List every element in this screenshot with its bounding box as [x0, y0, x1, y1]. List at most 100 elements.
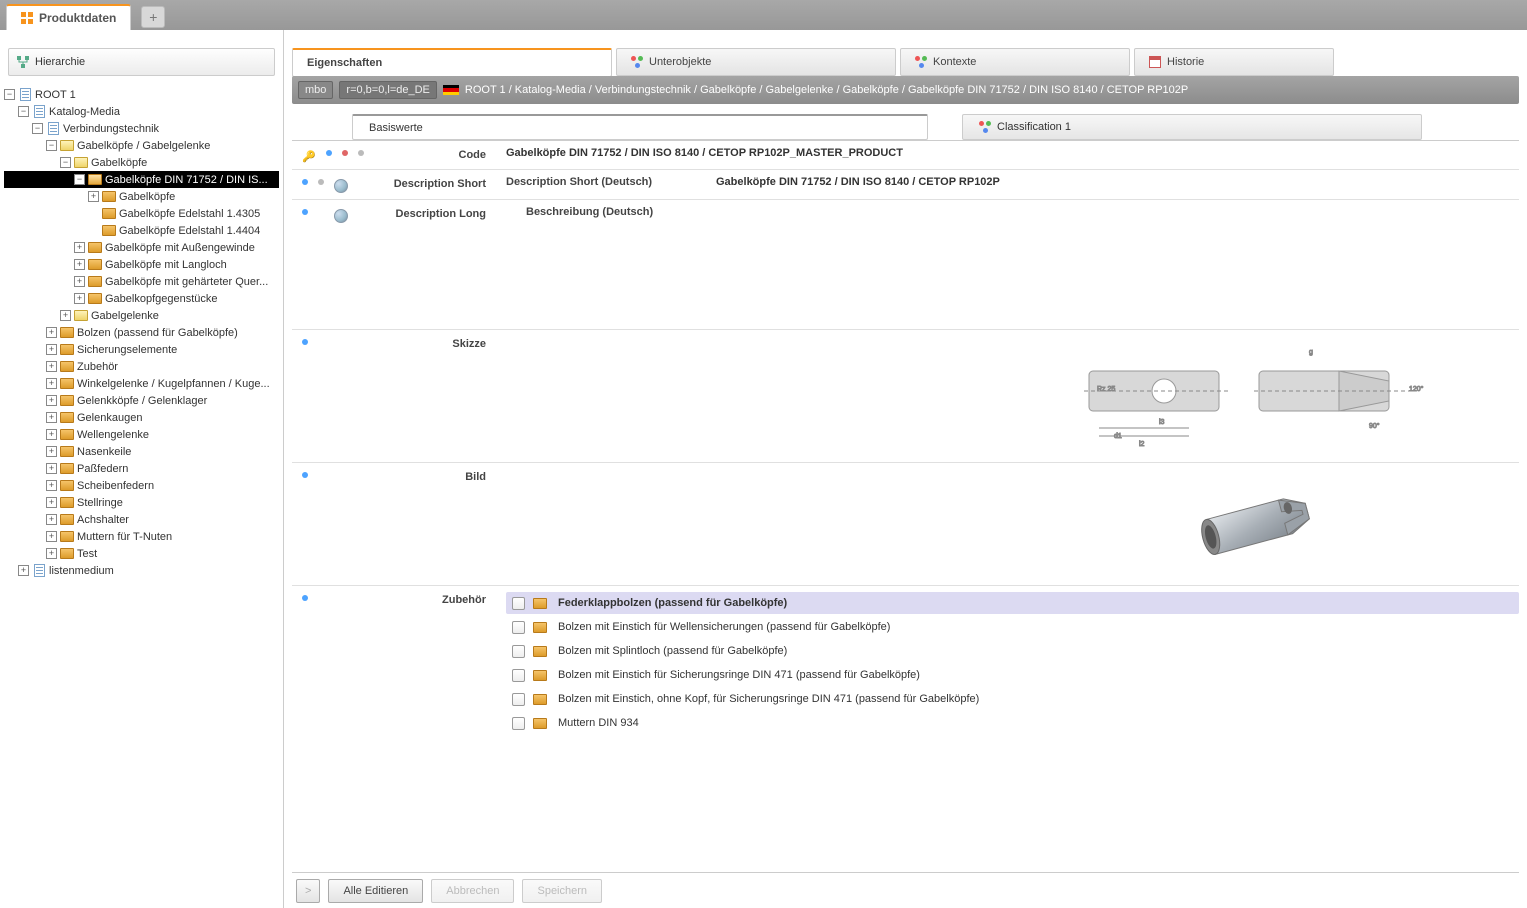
tree-row[interactable]: +Achshalter — [4, 511, 279, 528]
tree-row[interactable]: −Gabelköpfe — [4, 154, 279, 171]
tree-row-selected[interactable]: −Gabelköpfe DIN 71752 / DIN IS... — [4, 171, 279, 188]
expander-icon[interactable]: + — [74, 293, 85, 304]
checkbox[interactable] — [512, 645, 525, 658]
status-dot-icon — [302, 339, 308, 345]
accessory-item[interactable]: Muttern DIN 934 — [506, 712, 1519, 734]
tree-row[interactable]: +Bolzen (passend für Gabelköpfe) — [4, 324, 279, 341]
svg-text:90°: 90° — [1369, 422, 1380, 430]
tree-row[interactable]: +Gelenkköpfe / Gelenklager — [4, 392, 279, 409]
subtab-classification[interactable]: Classification 1 — [962, 114, 1422, 140]
accessory-item[interactable]: Bolzen mit Einstich für Wellensicherunge… — [506, 616, 1519, 638]
tree-row[interactable]: +Nasenkeile — [4, 443, 279, 460]
tab-kontexte[interactable]: Kontexte — [900, 48, 1130, 76]
tree-row[interactable]: +Stellringe — [4, 494, 279, 511]
hierarchy-label: Hierarchie — [35, 56, 85, 68]
tree-row[interactable]: +Muttern für T-Nuten — [4, 528, 279, 545]
expander-icon[interactable]: + — [46, 378, 57, 389]
checkbox[interactable] — [512, 621, 525, 634]
tab-unterobjekte[interactable]: Unterobjekte — [616, 48, 896, 76]
checkbox[interactable] — [512, 693, 525, 706]
hierarchy-header[interactable]: Hierarchie — [8, 48, 275, 76]
tree-row[interactable]: +Gabelköpfe — [4, 188, 279, 205]
tree-row[interactable]: −ROOT 1 — [4, 86, 279, 103]
next-button[interactable]: > — [296, 879, 320, 903]
doc-icon — [32, 105, 46, 119]
expander-icon[interactable]: − — [46, 140, 57, 151]
folder-icon — [74, 309, 88, 323]
tree-row[interactable]: +Paßfedern — [4, 460, 279, 477]
expander-icon[interactable]: + — [46, 361, 57, 372]
expander-icon[interactable]: + — [60, 310, 71, 321]
add-tab-button[interactable]: + — [141, 6, 165, 28]
expander-icon[interactable]: + — [88, 191, 99, 202]
tree-row[interactable]: +Gelenkaugen — [4, 409, 279, 426]
checkbox[interactable] — [512, 597, 525, 610]
edit-all-button[interactable]: Alle Editieren — [328, 879, 423, 903]
expander-icon[interactable]: + — [46, 531, 57, 542]
bc-badge-mbo[interactable]: mbo — [298, 81, 333, 99]
hierarchy-tree[interactable]: −ROOT 1 −Katalog-Media −Verbindungstechn… — [0, 78, 283, 908]
expander-icon[interactable]: + — [46, 480, 57, 491]
checkbox[interactable] — [512, 717, 525, 730]
folder-icon — [102, 190, 116, 204]
expander-icon[interactable]: + — [74, 242, 85, 253]
breadcrumb-path: ROOT 1 / Katalog-Media / Verbindungstech… — [465, 84, 1188, 96]
tree-row[interactable]: +Zubehör — [4, 358, 279, 375]
tree-row[interactable]: +Gabelköpfe mit Außengewinde — [4, 239, 279, 256]
expander-icon[interactable]: + — [74, 259, 85, 270]
accessory-label: Bolzen mit Splintloch (passend für Gabel… — [558, 645, 787, 657]
accessory-item[interactable]: Federklappbolzen (passend für Gabelköpfe… — [506, 592, 1519, 614]
hierarchy-icon — [17, 56, 29, 68]
contexts-icon — [915, 56, 927, 68]
classification-icon — [979, 121, 991, 133]
folder-icon — [60, 479, 74, 493]
expander-icon[interactable]: + — [74, 276, 85, 287]
expander-icon[interactable]: − — [74, 174, 85, 185]
expander-icon[interactable]: − — [18, 106, 29, 117]
expander-icon[interactable]: + — [46, 327, 57, 338]
tab-eigenschaften[interactable]: Eigenschaften — [292, 48, 612, 77]
tree-row[interactable]: −Verbindungstechnik — [4, 120, 279, 137]
accessory-item[interactable]: Bolzen mit Einstich für Sicherungsringe … — [506, 664, 1519, 686]
tree-row[interactable]: +listenmedium — [4, 562, 279, 579]
tab-produktdaten[interactable]: Produktdaten — [6, 4, 131, 30]
tree-row[interactable]: Gabelköpfe Edelstahl 1.4404 — [4, 222, 279, 239]
expander-icon[interactable]: + — [46, 412, 57, 423]
expander-icon[interactable]: + — [46, 463, 57, 474]
tree-row[interactable]: +Gabelkopfgegenstücke — [4, 290, 279, 307]
subtab-basiswerte[interactable]: Basiswerte — [352, 114, 928, 140]
checkbox[interactable] — [512, 669, 525, 682]
folder-icon — [60, 326, 74, 340]
tree-row[interactable]: +Test — [4, 545, 279, 562]
expander-icon[interactable]: + — [18, 565, 29, 576]
folder-icon — [533, 644, 547, 658]
expander-icon[interactable]: + — [46, 497, 57, 508]
tree-row[interactable]: +Scheibenfedern — [4, 477, 279, 494]
status-dot-icon — [342, 150, 348, 156]
tree-row[interactable]: −Katalog-Media — [4, 103, 279, 120]
bc-badge-locale[interactable]: r=0,b=0,l=de_DE — [339, 81, 436, 99]
expander-icon[interactable]: + — [46, 429, 57, 440]
accessory-item[interactable]: Bolzen mit Einstich, ohne Kopf, für Sich… — [506, 688, 1519, 710]
expander-icon[interactable]: + — [46, 344, 57, 355]
tree-row[interactable]: +Winkelgelenke / Kugelpfannen / Kuge... — [4, 375, 279, 392]
expander-icon[interactable]: − — [32, 123, 43, 134]
tree-row[interactable]: −Gabelköpfe / Gabelgelenke — [4, 137, 279, 154]
expander-icon[interactable]: + — [46, 548, 57, 559]
expander-icon[interactable]: + — [46, 514, 57, 525]
property-label: Description Long — [376, 206, 506, 323]
folder-icon — [60, 139, 74, 153]
expander-icon[interactable]: + — [46, 446, 57, 457]
expander-icon[interactable]: − — [60, 157, 71, 168]
expander-icon[interactable]: + — [46, 395, 57, 406]
accessory-item[interactable]: Bolzen mit Splintloch (passend für Gabel… — [506, 640, 1519, 662]
tree-row[interactable]: Gabelköpfe Edelstahl 1.4305 — [4, 205, 279, 222]
tab-historie[interactable]: Historie — [1134, 48, 1334, 76]
tree-row[interactable]: +Sicherungselemente — [4, 341, 279, 358]
expander-icon[interactable]: − — [4, 89, 15, 100]
tree-row[interactable]: +Wellengelenke — [4, 426, 279, 443]
main-tabs: Eigenschaften Unterobjekte Kontexte Hist… — [292, 48, 1519, 76]
tree-row[interactable]: +Gabelköpfe mit gehärteter Quer... — [4, 273, 279, 290]
tree-row[interactable]: +Gabelköpfe mit Langloch — [4, 256, 279, 273]
tree-row[interactable]: +Gabelgelenke — [4, 307, 279, 324]
